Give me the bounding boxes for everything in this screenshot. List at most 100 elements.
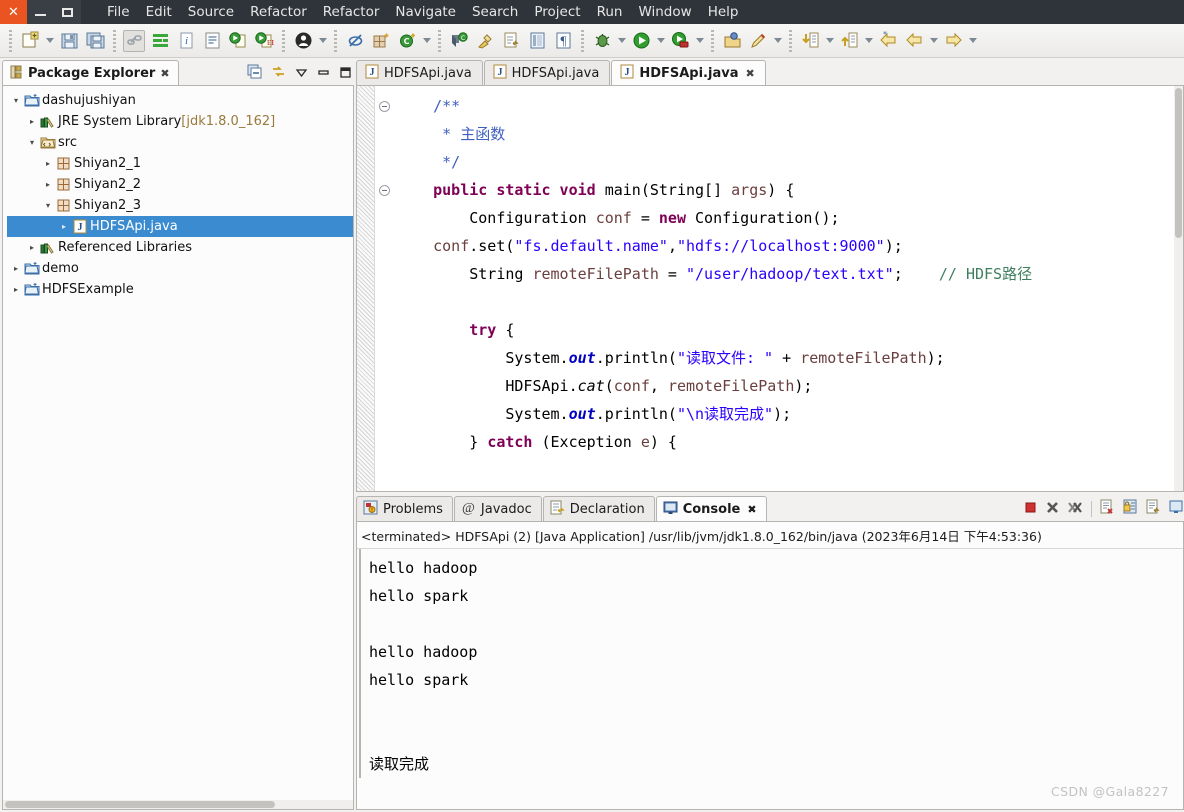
external-tools-icon[interactable]: EE <box>253 30 275 52</box>
toggle-breakpoints-icon[interactable] <box>149 30 171 52</box>
debug-dropdown-arrow[interactable] <box>615 30 628 52</box>
console-tab-close-icon[interactable]: ✖ <box>747 503 756 516</box>
menu-item-project[interactable]: Project <box>526 0 588 24</box>
back-arrow-icon[interactable] <box>903 30 925 52</box>
pin-console-icon[interactable] <box>1145 499 1161 519</box>
terminate-icon[interactable] <box>1023 500 1038 519</box>
step-return-dropdown-arrow[interactable] <box>862 30 875 52</box>
console-panel-tab[interactable]: Declaration <box>542 496 655 522</box>
quick-access-icon[interactable]: i <box>175 30 197 52</box>
previous-annotation-icon[interactable] <box>526 30 548 52</box>
fold-toggle-icon[interactable] <box>379 185 390 196</box>
expand-arrow-icon[interactable]: ▸ <box>25 243 39 252</box>
expand-arrow-icon[interactable]: ▸ <box>57 222 71 231</box>
menu-item-refactor2[interactable]: Refactor <box>315 0 388 24</box>
scroll-lock-icon[interactable] <box>1122 499 1138 519</box>
expand-arrow-icon[interactable]: ▸ <box>25 117 39 126</box>
pencil-dropdown-arrow[interactable] <box>771 30 784 52</box>
tree-item[interactable]: ▸ HDFSExample <box>7 279 353 300</box>
maximize-view-icon[interactable] <box>339 64 352 83</box>
step-into-dropdown-arrow[interactable] <box>823 30 836 52</box>
pencil-icon[interactable] <box>747 30 769 52</box>
next-annotation-icon[interactable] <box>500 30 522 52</box>
save-icon[interactable] <box>58 30 80 52</box>
tree-item[interactable]: ▸ Shiyan2_2 <box>7 174 353 195</box>
clear-console-icon[interactable] <box>1099 499 1115 519</box>
open-task-icon[interactable] <box>201 30 223 52</box>
expand-arrow-icon[interactable]: ▸ <box>41 159 55 168</box>
menu-item-refactor[interactable]: Refactor <box>242 0 315 24</box>
explorer-hscrollbar[interactable] <box>3 800 353 809</box>
run-icon[interactable] <box>630 30 652 52</box>
expand-arrow-icon[interactable]: ▸ <box>9 285 23 294</box>
new-class-dropdown-arrow[interactable] <box>420 30 433 52</box>
menu-item-window[interactable]: Window <box>630 0 699 24</box>
link-editor-icon[interactable] <box>123 29 145 52</box>
coverage-icon[interactable] <box>669 30 691 52</box>
forward-arrow-icon[interactable] <box>942 30 964 52</box>
back-star-icon[interactable]: * <box>877 30 899 52</box>
open-perspective-icon[interactable] <box>721 30 743 52</box>
run-last-tool-icon[interactable] <box>227 30 249 52</box>
new-dropdown-arrow[interactable] <box>43 30 56 52</box>
coverage-dropdown-arrow[interactable] <box>693 30 706 52</box>
new-java-project-icon[interactable] <box>370 30 392 52</box>
fold-toggle-icon[interactable] <box>379 101 390 112</box>
editor-tab-close-icon[interactable]: ✖ <box>745 67 754 80</box>
collapse-arrow-icon[interactable]: ▾ <box>9 96 23 105</box>
person-dropdown-arrow[interactable] <box>316 30 329 52</box>
package-explorer-close-icon[interactable]: ✖ <box>160 67 169 80</box>
pilcrow-icon[interactable]: ¶ <box>552 30 574 52</box>
forward-dropdown-arrow[interactable] <box>966 30 979 52</box>
maximize-window-icon[interactable] <box>54 0 81 24</box>
menu-item-source[interactable]: Source <box>180 0 242 24</box>
link-with-editor-icon[interactable] <box>271 64 286 83</box>
tree-item[interactable]: ▸ Shiyan2_1 <box>7 153 353 174</box>
menu-item-file[interactable]: File <box>99 0 138 24</box>
menu-item-run[interactable]: Run <box>589 0 631 24</box>
tree-item[interactable]: ▾ Shiyan2_3 <box>7 195 353 216</box>
step-return-icon[interactable] <box>838 30 860 52</box>
tree-item[interactable]: ▾ dashujushiyan <box>7 90 353 111</box>
tree-item[interactable]: ▸ demo <box>7 258 353 279</box>
menu-item-help[interactable]: Help <box>700 0 747 24</box>
remove-launch-icon[interactable] <box>1045 500 1060 519</box>
minimize-view-icon[interactable] <box>317 64 330 83</box>
person-icon[interactable] <box>292 30 314 52</box>
menu-item-navigate[interactable]: Navigate <box>387 0 464 24</box>
collapse-arrow-icon[interactable]: ▾ <box>41 201 55 210</box>
open-type-icon[interactable]: C <box>448 30 470 52</box>
new-file-icon[interactable] <box>19 30 41 52</box>
expand-arrow-icon[interactable]: ▸ <box>41 180 55 189</box>
editor-tab[interactable]: J HDFSApi.java <box>356 60 483 86</box>
tree-item[interactable]: ▸ J HDFSApi.java <box>7 216 353 237</box>
skip-breakpoints-icon[interactable] <box>344 30 366 52</box>
view-menu-icon[interactable] <box>295 64 308 83</box>
console-panel-tab[interactable]: @ Javadoc <box>453 496 542 522</box>
editor-vscrollbar[interactable] <box>1174 86 1183 491</box>
tree-item[interactable]: ▸ JRE System Library [jdk1.8.0_162] <box>7 111 353 132</box>
debug-icon[interactable] <box>591 30 613 52</box>
expand-arrow-icon[interactable]: ▸ <box>9 264 23 273</box>
tab-package-explorer[interactable]: Package Explorer ✖ <box>2 60 179 86</box>
save-all-icon[interactable] <box>84 30 106 52</box>
menu-item-search[interactable]: Search <box>464 0 526 24</box>
console-panel-tab[interactable]: ! Problems <box>356 496 453 522</box>
run-dropdown-arrow[interactable] <box>654 30 667 52</box>
search-icon[interactable] <box>474 30 496 52</box>
console-panel-tab[interactable]: Console ✖ <box>655 496 767 522</box>
minimize-window-icon[interactable] <box>27 0 54 24</box>
back-dropdown-arrow[interactable] <box>927 30 940 52</box>
editor-body[interactable]: /** * 主函数 */ public static void main(Str… <box>356 85 1184 492</box>
console-body[interactable]: <terminated> HDFSApi (2) [Java Applicati… <box>356 521 1184 810</box>
collapse-arrow-icon[interactable]: ▾ <box>25 138 39 147</box>
tree-item[interactable]: ▾ src <box>7 132 353 153</box>
editor-tab[interactable]: J HDFSApi.java ✖ <box>611 60 766 86</box>
step-into-icon[interactable] <box>799 30 821 52</box>
remove-all-terminated-icon[interactable] <box>1067 500 1084 519</box>
close-window-icon[interactable]: ✕ <box>0 0 27 24</box>
display-console-icon[interactable] <box>1168 499 1184 519</box>
new-class-icon[interactable]: C <box>396 30 418 52</box>
collapse-all-icon[interactable] <box>247 64 262 83</box>
menu-item-edit[interactable]: Edit <box>138 0 180 24</box>
